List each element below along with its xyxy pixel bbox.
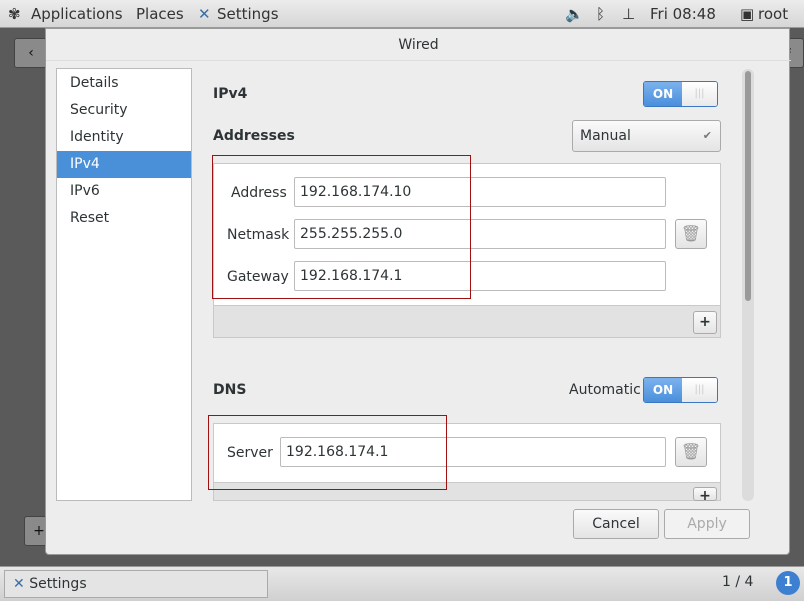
chevron-down-icon: ✔ <box>702 129 712 142</box>
bluetooth-icon[interactable]: ᛒ <box>596 5 605 23</box>
sidebar-item-details[interactable]: Details <box>57 70 191 97</box>
settings-app-icon: ✕ <box>13 576 25 592</box>
clock[interactable]: Fri 08:48 <box>650 5 716 23</box>
sidebar-item-reset[interactable]: Reset <box>57 205 191 232</box>
wired-dialog: Wired Details Security Identity IPv4 IPv… <box>45 28 791 555</box>
back-button[interactable]: ‹ <box>14 38 48 68</box>
sidebar-item-identity[interactable]: Identity <box>57 124 191 151</box>
switch-knob: ||| <box>682 82 717 106</box>
addresses-label: Addresses <box>213 128 295 144</box>
addresses-footer <box>213 306 721 338</box>
places-menu[interactable]: Places <box>136 5 184 23</box>
network-icon[interactable]: ⊥ <box>622 5 635 23</box>
user-icon: ▣ <box>740 5 755 23</box>
dns-automatic-label: Automatic <box>569 382 641 398</box>
sidebar: Details Security Identity IPv4 IPv6 Rese… <box>56 68 192 501</box>
workspace-indicator[interactable]: 1 / 4 <box>722 574 753 590</box>
notification-badge[interactable]: 1 <box>776 571 800 595</box>
trash-icon[interactable]: 🗑 <box>675 437 707 467</box>
add-address-button[interactable]: + <box>693 311 717 334</box>
method-value: Manual <box>580 128 631 144</box>
highlight-box-addresses <box>212 155 471 299</box>
applications-icon: ✾ <box>8 5 21 23</box>
volume-icon[interactable]: 🔈 <box>565 5 584 23</box>
switch-on-label: ON <box>644 82 682 106</box>
ipv4-label: IPv4 <box>213 86 248 102</box>
settings-app-icon: ✕ <box>198 5 211 23</box>
trash-icon[interactable]: 🗑 <box>675 219 707 249</box>
scrollbar-thumb[interactable] <box>745 71 751 301</box>
taskbar: ✕ Settings 1 / 4 1 <box>0 566 804 601</box>
app-menu[interactable]: Settings <box>217 5 279 23</box>
taskbar-settings-window[interactable]: ✕ Settings <box>4 570 268 598</box>
cancel-button[interactable]: Cancel <box>573 509 659 539</box>
dns-label: DNS <box>213 382 247 398</box>
dns-automatic-switch[interactable]: ON ||| <box>643 377 718 403</box>
ipv4-switch[interactable]: ON ||| <box>643 81 718 107</box>
highlight-box-dns <box>208 415 447 490</box>
sidebar-item-ipv4[interactable]: IPv4 <box>57 151 191 178</box>
top-bar: ✾ Applications Places ✕ Settings 🔈 ᛒ ⊥ F… <box>0 0 804 28</box>
add-dns-button[interactable]: + <box>693 487 717 501</box>
scrollbar[interactable] <box>742 69 754 501</box>
user-menu[interactable]: root <box>758 5 788 23</box>
method-dropdown[interactable]: Manual ✔ <box>572 120 721 152</box>
taskbar-window-label: Settings <box>29 576 87 592</box>
apply-button[interactable]: Apply <box>664 509 750 539</box>
sidebar-item-security[interactable]: Security <box>57 97 191 124</box>
applications-menu[interactable]: Applications <box>31 5 123 23</box>
switch-knob: ||| <box>682 378 717 402</box>
sidebar-item-ipv6[interactable]: IPv6 <box>57 178 191 205</box>
switch-on-label: ON <box>644 378 682 402</box>
dialog-title: Wired <box>46 29 791 61</box>
